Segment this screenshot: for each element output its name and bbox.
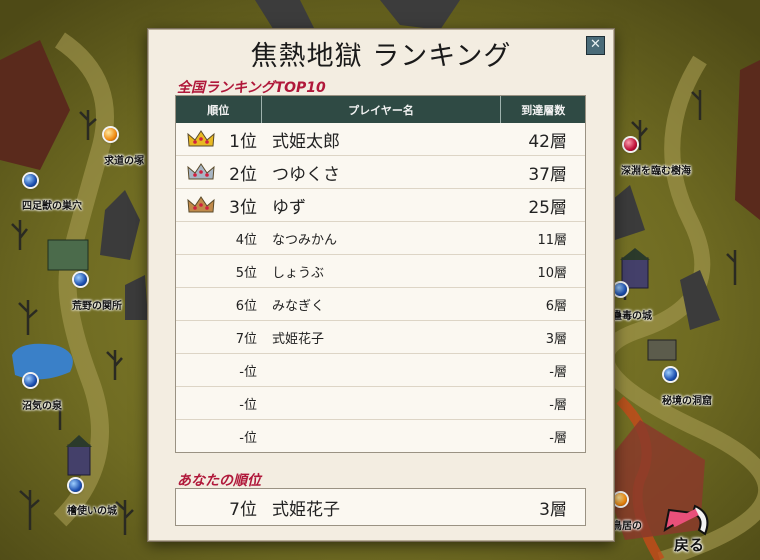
return-label[interactable]: 戻る [674, 534, 704, 555]
rank-cell: -位 [176, 420, 261, 452]
player-name-cell [261, 354, 501, 386]
ranking-row: 7位 式姫花子 3層 [176, 320, 585, 353]
my-rank-label: あなたの順位 [177, 473, 261, 489]
location-orb-blue[interactable] [69, 479, 82, 492]
rank-text: -位 [239, 364, 257, 380]
rank-cell: 4位 [176, 222, 261, 254]
header-player: プレイヤー名 [262, 96, 502, 123]
ranking-table: 順位 プレイヤー名 到達層数 1位 式姫太郎 42層 2位 つゆくさ 37層 3位 ゆず 25層… [175, 95, 586, 453]
rank-text: 6位 [235, 298, 257, 314]
my-floor: 3層 [539, 499, 567, 520]
floor-cell: 3層 [545, 331, 567, 347]
location-orb-red[interactable] [624, 138, 637, 151]
ranking-row: -位 -層 [176, 419, 585, 452]
my-rank-row: 7位 式姫花子 3層 [176, 489, 585, 525]
rank-cell: 3位 [176, 189, 261, 221]
rank-cell: 6位 [176, 288, 261, 320]
location-label[interactable]: 鳥居の [612, 517, 642, 532]
location-orb-blue[interactable] [614, 283, 627, 296]
my-rank: 7位 [229, 499, 257, 520]
crown-icon [187, 130, 215, 147]
location-orb-blue[interactable] [24, 374, 37, 387]
player-name-cell: 式姫太郎 [272, 131, 340, 152]
floor-cell: 25層 [528, 197, 567, 218]
rank-text: 2位 [229, 164, 257, 185]
player-name-cell: なつみかん [272, 232, 338, 248]
dialog-title: 焦熱地獄 ランキング [250, 41, 512, 72]
rank-text: -位 [239, 430, 257, 446]
rank-text: 4位 [235, 232, 257, 248]
floor-cell: -層 [549, 430, 567, 446]
ranking-row: -位 -層 [176, 353, 585, 386]
rank-text: 5位 [235, 265, 257, 281]
player-name-cell [261, 420, 501, 452]
rank-cell: -位 [176, 387, 261, 419]
player-name-cell: ゆず [272, 197, 306, 218]
player-name-cell: つゆくさ [272, 164, 340, 185]
my-rank-table: 7位 式姫花子 3層 [175, 488, 586, 526]
ranking-row: 4位 なつみかん 11層 [176, 221, 585, 254]
location-orb-blue[interactable] [74, 273, 87, 286]
floor-cell: 37層 [528, 164, 567, 185]
my-name: 式姫花子 [272, 499, 340, 520]
location-orb-blue[interactable] [664, 368, 677, 381]
national-ranking-label: 全国ランキングTOP10 [177, 80, 326, 96]
location-label[interactable]: 秘境の洞窟 [662, 392, 712, 407]
location-orb-orange[interactable] [614, 493, 627, 506]
ranking-dialog: 焦熱地獄 ランキング ✕ 全国ランキングTOP10 順位 プレイヤー名 到達層数… [148, 29, 614, 541]
floor-cell: 42層 [528, 131, 567, 152]
rank-text: 7位 [235, 331, 257, 347]
header-floor: 到達層数 [521, 103, 566, 117]
player-name-cell: 式姫花子 [272, 331, 325, 347]
location-label[interactable]: 檜使いの城 [67, 502, 117, 517]
ranking-row: 1位 式姫太郎 42層 [176, 123, 585, 155]
player-name-cell: みなぎく [272, 298, 325, 314]
close-button[interactable]: ✕ [586, 36, 605, 55]
ranking-table-header: 順位 プレイヤー名 到達層数 [176, 96, 585, 123]
location-label[interactable]: 求道の塚 [104, 152, 144, 167]
rank-text: 3位 [229, 197, 257, 218]
rank-cell: 2位 [176, 156, 261, 188]
rank-text: 1位 [229, 131, 257, 152]
location-label[interactable]: 深淵を臨む樹海 [621, 162, 691, 177]
location-label[interactable]: 荒野の関所 [72, 297, 122, 312]
crown-icon [187, 163, 215, 180]
rank-text: -位 [239, 397, 257, 413]
floor-cell: 6層 [545, 298, 567, 314]
rank-cell: 7位 [176, 321, 261, 353]
location-orb-blue[interactable] [24, 174, 37, 187]
ranking-row: 6位 みなぎく 6層 [176, 287, 585, 320]
ranking-row: -位 -層 [176, 386, 585, 419]
location-label[interactable]: 沼気の泉 [22, 397, 62, 412]
floor-cell: 11層 [537, 232, 567, 248]
ranking-row: 5位 しょうぶ 10層 [176, 254, 585, 287]
player-name-cell [261, 387, 501, 419]
rank-cell: -位 [176, 354, 261, 386]
location-label[interactable]: 蠱毒の城 [612, 307, 652, 322]
header-rank: 順位 [176, 96, 262, 123]
player-name-cell: しょうぶ [272, 265, 325, 281]
location-label[interactable]: 四足獣の巣穴 [22, 197, 82, 212]
floor-cell: -層 [549, 364, 567, 380]
ranking-row: 2位 つゆくさ 37層 [176, 155, 585, 188]
location-orb-orange[interactable] [104, 128, 117, 141]
close-icon: ✕ [590, 37, 601, 52]
crown-icon [187, 196, 215, 213]
ranking-rows: 1位 式姫太郎 42層 2位 つゆくさ 37層 3位 ゆず 25層 4位 なつみかん 11層 5位 しょう… [176, 123, 585, 452]
ranking-row: 3位 ゆず 25層 [176, 188, 585, 221]
floor-cell: -層 [549, 397, 567, 413]
rank-cell: 5位 [176, 255, 261, 287]
floor-cell: 10層 [537, 265, 567, 281]
rank-cell: 1位 [176, 123, 261, 155]
